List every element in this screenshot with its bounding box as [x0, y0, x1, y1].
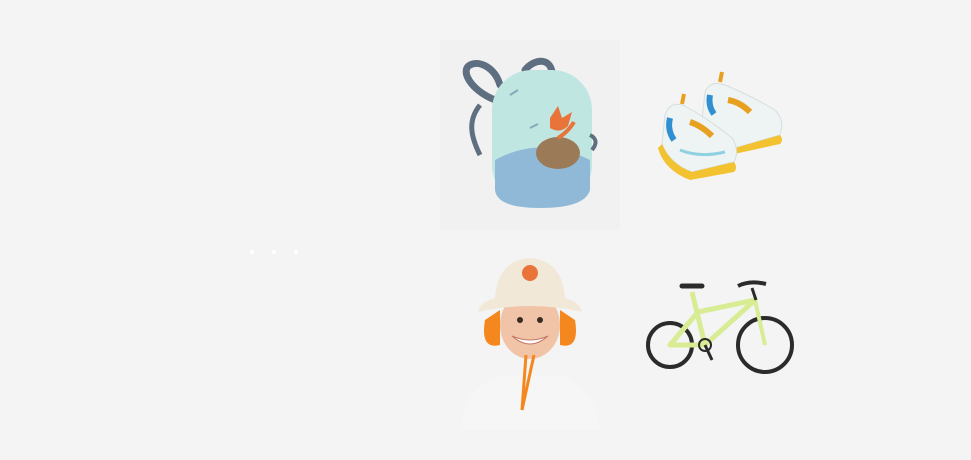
carousel-dot-2[interactable]: [272, 250, 276, 254]
carousel-dot-1[interactable]: [250, 250, 254, 254]
product-tile-bicycle[interactable]: [640, 240, 820, 430]
product-grid: [440, 40, 820, 440]
product-tile-shoes[interactable]: [640, 40, 820, 230]
product-tile-backpack[interactable]: [440, 40, 620, 230]
product-tile-sun-hat[interactable]: [440, 240, 620, 430]
carousel-dots: [248, 250, 308, 256]
sun-hat-icon: [460, 258, 600, 430]
backpack-icon: [462, 57, 598, 208]
sneakers-icon: [658, 71, 783, 180]
carousel-dot-3[interactable]: [294, 250, 298, 254]
bicycle-icon: [646, 280, 794, 374]
